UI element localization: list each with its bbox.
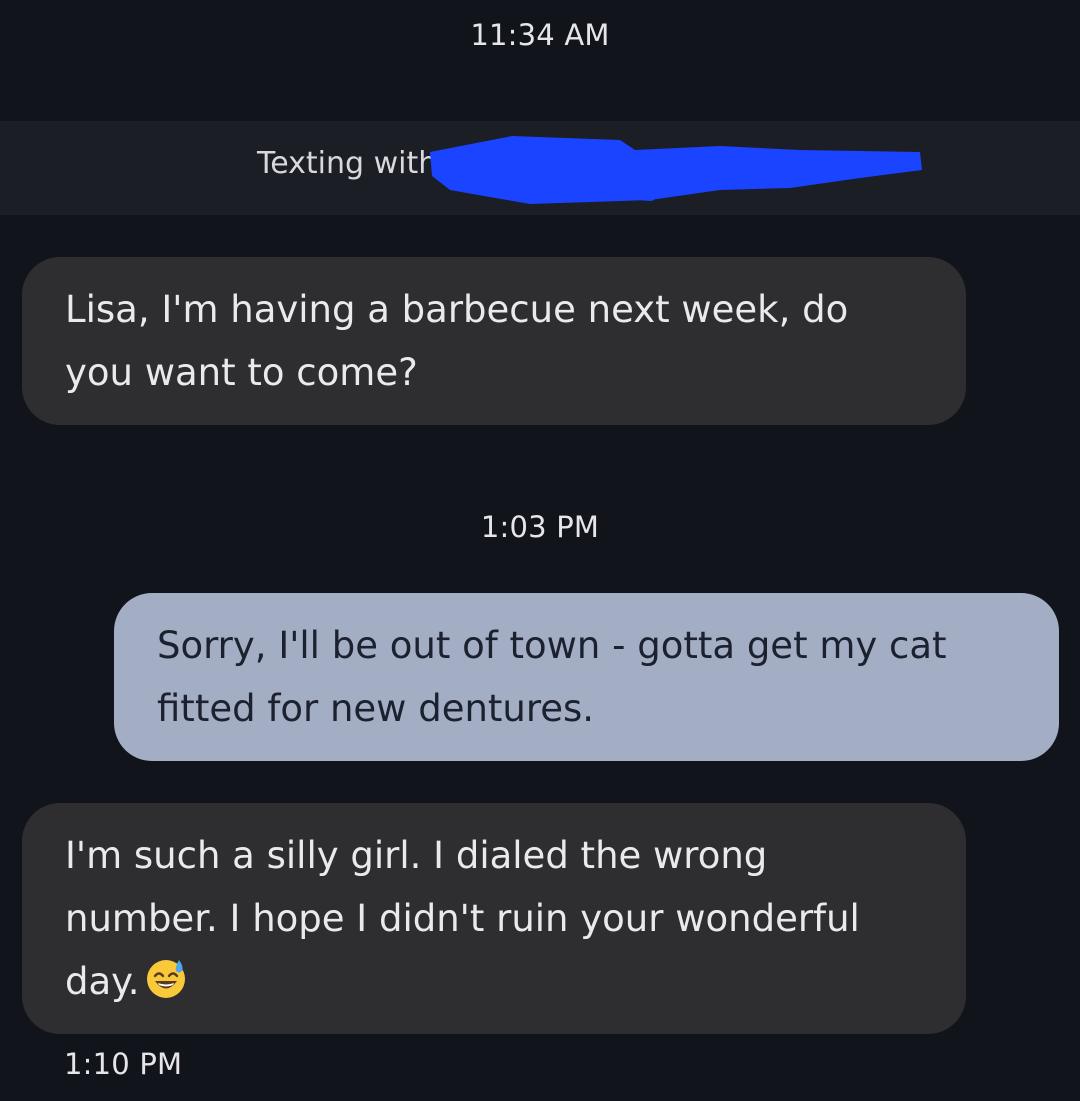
sweat-smile-emoji-icon — [146, 960, 185, 998]
message-bubble-incoming[interactable]: I'm such a silly girl. I dialed the wron… — [22, 803, 966, 1034]
redaction-scribble — [430, 136, 922, 204]
timestamp: 1:03 PM — [480, 510, 600, 544]
message-bubble-outgoing[interactable]: Sorry, I'll be out of town - gotta get m… — [114, 593, 1059, 761]
message-text: Lisa, I'm having a barbecue next week, d… — [65, 288, 849, 394]
timestamp: 11:34 AM — [470, 18, 610, 52]
message-text: Sorry, I'll be out of town - gotta get m… — [157, 624, 947, 730]
timestamp: 1:10 PM — [64, 1047, 183, 1081]
texting-with-label: Texting with — [257, 146, 438, 181]
message-bubble-incoming[interactable]: Lisa, I'm having a barbecue next week, d… — [22, 257, 966, 425]
